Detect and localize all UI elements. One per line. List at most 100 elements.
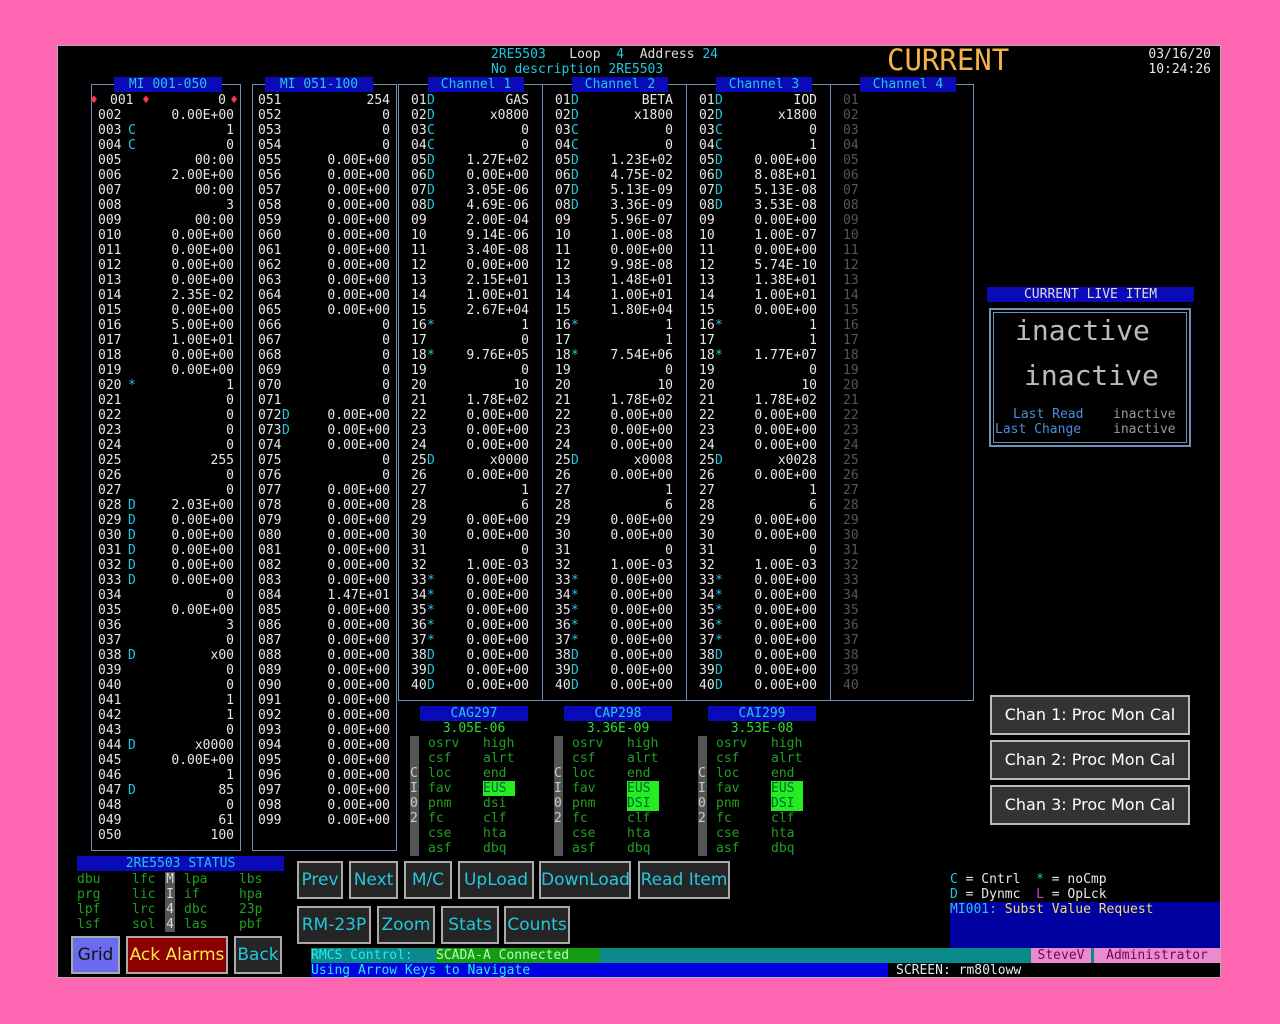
channel-item-row[interactable]: 14 1.00E+01 <box>555 288 673 303</box>
channel-item-row[interactable]: 20 10 <box>411 378 529 393</box>
mi-row[interactable]: 045 0.00E+00 <box>98 753 234 768</box>
channel-item-row[interactable]: 40 D 0.00E+00 <box>699 678 817 693</box>
chan-1-cal-button[interactable]: Chan 1: Proc Mon Cal <box>990 695 1190 735</box>
channel-item-row[interactable]: 02 Dx1800 <box>699 108 817 123</box>
channel-item-row[interactable]: 37 * 0.00E+00 <box>699 633 817 648</box>
channel-item-row[interactable]: 20 10 <box>555 378 673 393</box>
channel-4-item[interactable]: 12 <box>843 258 903 273</box>
channel-item-row[interactable]: 25 Dx0008 <box>555 453 673 468</box>
channel-item-row[interactable]: 14 1.00E+01 <box>699 288 817 303</box>
mi-row[interactable]: 002 0.00E+00 <box>98 108 234 123</box>
channel-item-row[interactable]: 20 10 <box>699 378 817 393</box>
channel-item-row[interactable]: 03 C 0 <box>411 123 529 138</box>
mi-row[interactable]: 081 0.00E+00 <box>258 543 390 558</box>
mi-row[interactable]: 087 0.00E+00 <box>258 633 390 648</box>
mi-row[interactable]: 007 00:00 <box>98 183 234 198</box>
channel-item-row[interactable]: 40 D 0.00E+00 <box>411 678 529 693</box>
channel-item-row[interactable]: 27 1 <box>555 483 673 498</box>
channel-item-row[interactable]: 39 D 0.00E+00 <box>699 663 817 678</box>
channel-item-row[interactable]: 27 1 <box>411 483 529 498</box>
channel-item-row[interactable]: 07 D 5.13E-08 <box>699 183 817 198</box>
mi-row[interactable]: 068 0 <box>258 348 390 363</box>
channel-item-row[interactable]: 11 0.00E+00 <box>699 243 817 258</box>
channel-4-item[interactable]: 25 <box>843 453 903 468</box>
mi-row[interactable]: 015 0.00E+00 <box>98 303 234 318</box>
mi-row[interactable]: 084 1.47E+01 <box>258 588 390 603</box>
mi-row[interactable]: 003 C 1 <box>98 123 234 138</box>
mi-row[interactable]: 052 0 <box>258 108 390 123</box>
mi-row[interactable]: 047 D 85 <box>98 783 234 798</box>
channel-4-item[interactable]: 32 <box>843 558 903 573</box>
channel-item-row[interactable]: 02 Dx0800 <box>411 108 529 123</box>
channel-item-row[interactable]: 01 D BETA <box>555 93 673 108</box>
mi-row[interactable]: 091 0.00E+00 <box>258 693 390 708</box>
mi-row[interactable]: 043 0 <box>98 723 234 738</box>
channel-4-item[interactable]: 08 <box>843 198 903 213</box>
mi-row[interactable]: 057 0.00E+00 <box>258 183 390 198</box>
channel-item-row[interactable]: 10 1.00E-08 <box>555 228 673 243</box>
channel-item-row[interactable]: 06 D 8.08E+01 <box>699 168 817 183</box>
mi-row[interactable]: 041 1 <box>98 693 234 708</box>
channel-item-row[interactable]: 38 D 0.00E+00 <box>411 648 529 663</box>
mi-row[interactable]: 034 0 <box>98 588 234 603</box>
channel-item-row[interactable]: 05 D 0.00E+00 <box>699 153 817 168</box>
channel-item-row[interactable]: 08 D 4.69E-06 <box>411 198 529 213</box>
channel-item-row[interactable]: 36 * 0.00E+00 <box>699 618 817 633</box>
channel-item-row[interactable]: 04 C 0 <box>555 138 673 153</box>
mi-row[interactable]: 001 0 ♦ ♦ ♦ <box>90 93 238 108</box>
mi-row[interactable]: 077 0.00E+00 <box>258 483 390 498</box>
channel-item-row[interactable]: 12 5.74E-10 <box>699 258 817 273</box>
channel-4-item[interactable]: 11 <box>843 243 903 258</box>
channel-item-row[interactable]: 14 1.00E+01 <box>411 288 529 303</box>
channel-4-item[interactable]: 22 <box>843 408 903 423</box>
mi-row[interactable]: 040 0 <box>98 678 234 693</box>
mi-row[interactable]: 090 0.00E+00 <box>258 678 390 693</box>
read-item-button[interactable]: Read Item <box>638 861 730 899</box>
channel-4-item[interactable]: 31 <box>843 543 903 558</box>
channel-item-row[interactable]: 30 0.00E+00 <box>699 528 817 543</box>
channel-4-item[interactable]: 16 <box>843 318 903 333</box>
channel-item-row[interactable]: 23 0.00E+00 <box>555 423 673 438</box>
channel-item-row[interactable]: 37 * 0.00E+00 <box>411 633 529 648</box>
mi-row[interactable]: 072 D 0.00E+00 <box>258 408 390 423</box>
channel-item-row[interactable]: 06 D 0.00E+00 <box>411 168 529 183</box>
channel-item-row[interactable]: 04 C 1 <box>699 138 817 153</box>
channel-4-item[interactable]: 40 <box>843 678 903 693</box>
channel-4-item[interactable]: 38 <box>843 648 903 663</box>
channel-4-item[interactable]: 04 <box>843 138 903 153</box>
channel-item-row[interactable]: 19 0 <box>411 363 529 378</box>
channel-item-row[interactable]: 26 0.00E+00 <box>699 468 817 483</box>
channel-item-row[interactable]: 31 0 <box>555 543 673 558</box>
mi-row[interactable]: 067 0 <box>258 333 390 348</box>
mi-row[interactable]: 055 0.00E+00 <box>258 153 390 168</box>
channel-item-row[interactable]: 25 Dx0000 <box>411 453 529 468</box>
channel-item-row[interactable]: 38 D 0.00E+00 <box>699 648 817 663</box>
channel-item-row[interactable]: 36 * 0.00E+00 <box>411 618 529 633</box>
channel-item-row[interactable]: 34 * 0.00E+00 <box>699 588 817 603</box>
mi-row[interactable]: 082 0.00E+00 <box>258 558 390 573</box>
rm23p-button[interactable]: RM-23P <box>297 906 371 944</box>
channel-item-row[interactable]: 26 0.00E+00 <box>411 468 529 483</box>
mi-row[interactable]: 062 0.00E+00 <box>258 258 390 273</box>
channel-item-row[interactable]: 32 1.00E-03 <box>699 558 817 573</box>
channel-item-row[interactable]: 21 1.78E+02 <box>411 393 529 408</box>
mi-row[interactable]: 018 0.00E+00 <box>98 348 234 363</box>
channel-item-row[interactable]: 33 * 0.00E+00 <box>699 573 817 588</box>
channel-item-row[interactable]: 26 0.00E+00 <box>555 468 673 483</box>
mi-row[interactable]: 083 0.00E+00 <box>258 573 390 588</box>
channel-item-row[interactable]: 38 D 0.00E+00 <box>555 648 673 663</box>
channel-item-row[interactable]: 39 D 0.00E+00 <box>555 663 673 678</box>
channel-item-row[interactable]: 28 6 <box>555 498 673 513</box>
channel-item-row[interactable]: 13 1.38E+01 <box>699 273 817 288</box>
channel-4-item[interactable]: 13 <box>843 273 903 288</box>
channel-4-item[interactable]: 27 <box>843 483 903 498</box>
mi-row[interactable]: 016 5.00E+00 <box>98 318 234 333</box>
mi-row[interactable]: 056 0.00E+00 <box>258 168 390 183</box>
channel-item-row[interactable]: 36 * 0.00E+00 <box>555 618 673 633</box>
mi-row[interactable]: 060 0.00E+00 <box>258 228 390 243</box>
mi-row[interactable]: 012 0.00E+00 <box>98 258 234 273</box>
channel-4-item[interactable]: 23 <box>843 423 903 438</box>
channel-item-row[interactable]: 34 * 0.00E+00 <box>555 588 673 603</box>
channel-4-item[interactable]: 17 <box>843 333 903 348</box>
mi-row[interactable]: 075 0 <box>258 453 390 468</box>
